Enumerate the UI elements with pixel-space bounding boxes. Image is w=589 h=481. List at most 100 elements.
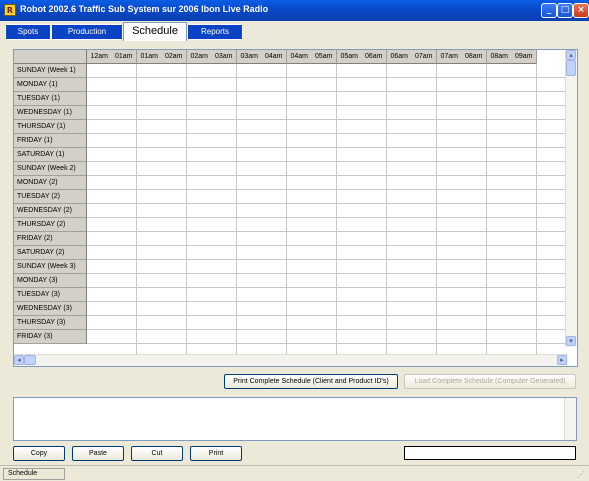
window-title: Robot 2002.6 Traffic Sub System sur 2006… [20, 4, 269, 14]
column-header-label: 02am [164, 53, 183, 60]
paste-button[interactable]: Paste [72, 446, 124, 461]
grid-corner [14, 50, 87, 64]
row-header[interactable]: FRIDAY (1) [14, 134, 87, 148]
grid-row-divider [87, 105, 567, 106]
column-header-label: 06am [390, 53, 408, 60]
grid-row-divider [87, 175, 567, 176]
column-header-label: 04am [264, 53, 283, 60]
grid-vertical-scrollbar[interactable]: ▴ ▾ [565, 50, 577, 347]
column-header: 01am 02am [137, 50, 187, 64]
grid-horizontal-scrollbar[interactable]: ◂ ▸ [14, 354, 568, 366]
scroll-right-arrow-icon[interactable]: ▸ [557, 355, 567, 365]
column-header-label: 05am [314, 53, 333, 60]
column-header: 03am 04am [237, 50, 287, 64]
app-icon: R [4, 4, 16, 16]
grid-row-divider [87, 189, 567, 190]
grid-row-divider [87, 203, 567, 204]
row-header[interactable]: THURSDAY (3) [14, 316, 87, 330]
row-header[interactable]: FRIDAY (2) [14, 232, 87, 246]
row-header[interactable]: WEDNESDAY (2) [14, 204, 87, 218]
horizontal-scroll-thumb[interactable] [24, 355, 36, 365]
column-header: 02am 03am [187, 50, 237, 64]
scroll-up-arrow-icon[interactable]: ▴ [566, 50, 576, 60]
column-header-label: 12am [90, 53, 108, 60]
row-header[interactable]: SUNDAY (Week 1) [14, 64, 87, 78]
column-header-label: 03am [240, 53, 258, 60]
row-header[interactable]: TUESDAY (3) [14, 288, 87, 302]
column-header-label: 07am [440, 53, 458, 60]
minimize-button[interactable]: _ [541, 3, 557, 18]
column-header-label: 01am [140, 53, 158, 60]
memo-scrollbar[interactable] [564, 398, 576, 440]
column-header: 12am 01am [87, 50, 137, 64]
notes-memo[interactable] [13, 397, 577, 441]
schedule-grid[interactable]: 12am 01am 01am 02am 02am 03am 03am 04am 04am 05am… [13, 49, 578, 367]
input-field[interactable] [404, 446, 576, 460]
row-header[interactable]: THURSDAY (1) [14, 120, 87, 134]
vertical-scroll-thumb[interactable] [566, 60, 576, 76]
grid-row-divider [87, 161, 567, 162]
column-header-label: 07am [414, 53, 433, 60]
column-header-label: 08am [464, 53, 483, 60]
row-header[interactable]: SATURDAY (2) [14, 246, 87, 260]
column-header: 06am 07am [387, 50, 437, 64]
grid-row-divider [87, 315, 567, 316]
grid-row-divider [87, 343, 567, 344]
column-header-label: 09am [514, 53, 533, 60]
grid-row-divider [87, 133, 567, 134]
tab-strip: Spots Production Schedule Reports [5, 22, 585, 41]
row-header[interactable]: MONDAY (3) [14, 274, 87, 288]
row-header[interactable]: TUESDAY (1) [14, 92, 87, 106]
column-header: 08am 09am [487, 50, 537, 64]
row-header[interactable]: SUNDAY (Week 3) [14, 260, 87, 274]
grid-row-divider [87, 273, 567, 274]
row-header[interactable]: FRIDAY (3) [14, 330, 87, 344]
grid-row-divider [87, 217, 567, 218]
column-header: 07am 08am [437, 50, 487, 64]
status-bar: Schedule ⋰ [0, 465, 589, 481]
row-header[interactable]: WEDNESDAY (1) [14, 106, 87, 120]
column-header: 04am 05am [287, 50, 337, 64]
column-header-label: 04am [290, 53, 308, 60]
status-panel: Schedule [3, 468, 65, 480]
row-header[interactable]: SUNDAY (Week 2) [14, 162, 87, 176]
grid-row-divider [87, 77, 567, 78]
row-header[interactable]: MONDAY (1) [14, 78, 87, 92]
row-header[interactable]: THURSDAY (2) [14, 218, 87, 232]
grid-row-divider [87, 231, 567, 232]
row-header[interactable]: TUESDAY (2) [14, 190, 87, 204]
grid-row-divider [87, 119, 567, 120]
resize-grip-icon[interactable]: ⋰ [577, 470, 587, 480]
grid-row-divider [87, 329, 567, 330]
column-header-label: 05am [340, 53, 358, 60]
copy-button[interactable]: Copy [13, 446, 65, 461]
tab-production[interactable]: Production [51, 24, 123, 40]
tab-spots[interactable]: Spots [5, 24, 51, 40]
print-button[interactable]: Print [190, 446, 242, 461]
tab-reports[interactable]: Reports [187, 24, 243, 40]
print-complete-schedule-button[interactable]: Print Complete Schedule (Client and Prod… [224, 374, 398, 389]
column-header-label: 02am [190, 53, 208, 60]
tab-schedule[interactable]: Schedule [123, 22, 187, 41]
cut-button[interactable]: Cut [131, 446, 183, 461]
load-complete-schedule-button[interactable]: Load Complete Schedule (Computer Generat… [404, 374, 576, 389]
grid-row-divider [87, 301, 567, 302]
column-header-label: 06am [364, 53, 383, 60]
scroll-down-arrow-icon[interactable]: ▾ [566, 336, 576, 346]
column-header-label: 03am [214, 53, 233, 60]
maximize-button[interactable]: □ [557, 3, 573, 18]
title-bar: R Robot 2002.6 Traffic Sub System sur 20… [0, 0, 589, 21]
scroll-left-arrow-icon[interactable]: ◂ [14, 355, 24, 365]
grid-row-divider [87, 287, 567, 288]
row-header[interactable]: SATURDAY (1) [14, 148, 87, 162]
row-header[interactable]: WEDNESDAY (3) [14, 302, 87, 316]
grid-row-divider [87, 147, 567, 148]
close-button[interactable]: × [573, 3, 589, 18]
grid-row-divider [87, 259, 567, 260]
column-header-label: 01am [114, 53, 133, 60]
column-header-label: 08am [490, 53, 508, 60]
grid-row-divider [87, 91, 567, 92]
column-header: 05am 06am [337, 50, 387, 64]
row-header[interactable]: MONDAY (2) [14, 176, 87, 190]
grid-row-divider [87, 245, 567, 246]
